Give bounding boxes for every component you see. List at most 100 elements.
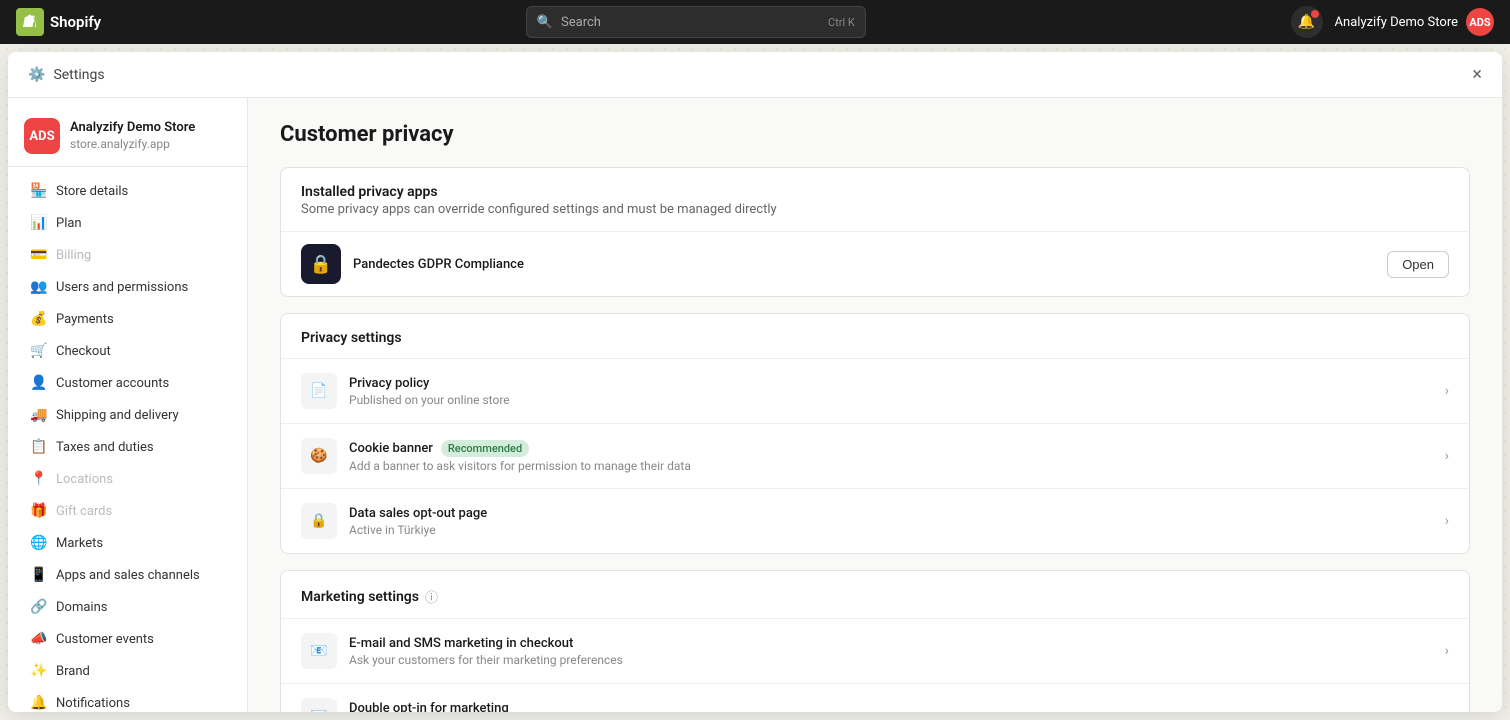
sidebar-label-billing: Billing [56, 248, 91, 263]
privacy-policy-left: 📄 Privacy policy Published on your onlin… [301, 373, 510, 409]
privacy-policy-info: Privacy policy Published on your online … [349, 376, 510, 407]
settings-title: Settings [53, 67, 104, 83]
app-open-button[interactable]: Open [1387, 251, 1449, 278]
sidebar-label-locations: Locations [56, 472, 113, 487]
store-profile-url: store.analyzify.app [70, 137, 195, 153]
search-icon: 🔍 [537, 15, 553, 30]
sidebar-label-payments: Payments [56, 312, 114, 327]
sidebar-label-notifications: Notifications [56, 696, 130, 711]
brand-name: Shopify [50, 13, 101, 31]
settings-header: ⚙️ Settings × [8, 52, 1502, 98]
search-shortcut: Ctrl K [828, 16, 855, 29]
cookie-banner-subtitle: Add a banner to ask visitors for permiss… [349, 459, 691, 473]
store-profile-name: Analyzify Demo Store [70, 120, 195, 137]
sidebar-item-markets[interactable]: 🌐 Markets [14, 527, 241, 559]
store-info[interactable]: Analyzify Demo Store ADS [1335, 8, 1494, 36]
marketing-settings-card: Marketing settings ⓘ 📧 E-mail and SMS ma… [280, 570, 1470, 712]
privacy-policy-row[interactable]: 📄 Privacy policy Published on your onlin… [281, 358, 1469, 423]
data-sales-optout-info: Data sales opt-out page Active in Türkiy… [349, 506, 487, 537]
sidebar-icon-locations: 📍 [30, 470, 48, 488]
main-content: Customer privacy Installed privacy apps … [248, 98, 1502, 712]
sidebar-label-taxes-duties: Taxes and duties [56, 440, 154, 455]
sidebar-icon-users-permissions: 👥 [30, 278, 48, 296]
sidebar-label-markets: Markets [56, 536, 103, 551]
installed-apps-subtitle: Some privacy apps can override configure… [281, 202, 1469, 231]
sidebar-item-brand[interactable]: ✨ Brand [14, 655, 241, 687]
topnav-right: 🔔 Analyzify Demo Store ADS [1291, 6, 1494, 38]
search-placeholder: Search [561, 15, 601, 30]
notification-dot [1311, 10, 1319, 18]
double-optin-icon: ✉️ [301, 698, 337, 712]
store-profile[interactable]: ADS Analyzify Demo Store store.analyzify… [8, 110, 247, 167]
sidebar-icon-taxes-duties: 📋 [30, 438, 48, 456]
sidebar-icon-payments: 💰 [30, 310, 48, 328]
settings-close-button[interactable]: × [1472, 64, 1482, 85]
sidebar-icon-domains: 🔗 [30, 598, 48, 616]
installed-apps-card: Installed privacy apps Some privacy apps… [280, 167, 1470, 297]
settings-window: ⚙️ Settings × ADS Analyzify Demo Store s… [8, 52, 1502, 712]
sidebar-icon-markets: 🌐 [30, 534, 48, 552]
double-optin-chevron: › [1445, 708, 1449, 712]
sidebar-items-list: 🏪 Store details 📊 Plan 💳 Billing 👥 Users… [8, 175, 247, 712]
sidebar-icon-customer-events: 📣 [30, 630, 48, 648]
settings-header-left: ⚙️ Settings [28, 67, 105, 83]
sidebar-icon-shipping-delivery: 🚚 [30, 406, 48, 424]
data-sales-optout-subtitle: Active in Türkiye [349, 523, 487, 537]
double-optin-info: Double opt-in for marketing Ask your cus… [349, 701, 622, 713]
sidebar-label-domains: Domains [56, 600, 107, 615]
sidebar-icon-checkout: 🛒 [30, 342, 48, 360]
store-name-label: Analyzify Demo Store [1335, 15, 1458, 30]
privacy-policy-subtitle: Published on your online store [349, 393, 510, 407]
sidebar-item-shipping-delivery[interactable]: 🚚 Shipping and delivery [14, 399, 241, 431]
data-sales-optout-title: Data sales opt-out page [349, 506, 487, 521]
sidebar-item-locations: 📍 Locations [14, 463, 241, 495]
double-optin-row[interactable]: ✉️ Double opt-in for marketing Ask your … [281, 683, 1469, 712]
recommended-badge: Recommended [441, 440, 529, 457]
privacy-policy-chevron: › [1445, 383, 1449, 399]
sidebar-item-checkout[interactable]: 🛒 Checkout [14, 335, 241, 367]
sidebar-item-customer-accounts[interactable]: 👤 Customer accounts [14, 367, 241, 399]
sidebar-item-payments[interactable]: 💰 Payments [14, 303, 241, 335]
shopify-logo[interactable]: Shopify [16, 8, 101, 36]
sidebar-icon-plan: 📊 [30, 214, 48, 232]
search-bar[interactable]: 🔍 Search Ctrl K [526, 6, 866, 38]
sidebar-label-customer-accounts: Customer accounts [56, 376, 169, 391]
sidebar-label-brand: Brand [56, 664, 90, 679]
data-sales-optout-row[interactable]: 🔒 Data sales opt-out page Active in Türk… [281, 488, 1469, 553]
notification-bell[interactable]: 🔔 [1291, 6, 1323, 38]
privacy-policy-title: Privacy policy [349, 376, 510, 391]
sidebar-item-apps-sales-channels[interactable]: 📱 Apps and sales channels [14, 559, 241, 591]
marketing-settings-title: Marketing settings [301, 589, 419, 605]
sidebar-item-notifications[interactable]: 🔔 Notifications [14, 687, 241, 712]
cookie-banner-row[interactable]: 🍪 Cookie banner Recommended Add a banner… [281, 423, 1469, 488]
sidebar-icon-notifications: 🔔 [30, 694, 48, 712]
data-sales-optout-icon: 🔒 [301, 503, 337, 539]
sidebar-item-store-details[interactable]: 🏪 Store details [14, 175, 241, 207]
email-sms-icon: 📧 [301, 633, 337, 669]
cookie-banner-icon: 🍪 [301, 438, 337, 474]
top-navigation: Shopify 🔍 Search Ctrl K 🔔 Analyzify Demo… [0, 0, 1510, 44]
email-sms-marketing-row[interactable]: 📧 E-mail and SMS marketing in checkout A… [281, 618, 1469, 683]
sidebar-label-checkout: Checkout [56, 344, 111, 359]
sidebar-item-plan[interactable]: 📊 Plan [14, 207, 241, 239]
privacy-settings-title: Privacy settings [281, 314, 1469, 358]
marketing-info-icon[interactable]: ⓘ [425, 587, 438, 606]
sidebar-item-taxes-duties[interactable]: 📋 Taxes and duties [14, 431, 241, 463]
cookie-banner-chevron: › [1445, 448, 1449, 464]
sidebar-item-users-permissions[interactable]: 👥 Users and permissions [14, 271, 241, 303]
sidebar-item-customer-events[interactable]: 📣 Customer events [14, 623, 241, 655]
sidebar-icon-gift-cards: 🎁 [30, 502, 48, 520]
sidebar-icon-brand: ✨ [30, 662, 48, 680]
topnav-left: Shopify [16, 8, 101, 36]
cookie-banner-title: Cookie banner Recommended [349, 440, 691, 457]
sidebar-label-customer-events: Customer events [56, 632, 154, 647]
sidebar-label-store-details: Store details [56, 184, 128, 199]
email-sms-subtitle: Ask your customers for their marketing p… [349, 653, 623, 667]
data-sales-optout-left: 🔒 Data sales opt-out page Active in Türk… [301, 503, 487, 539]
sidebar-item-domains[interactable]: 🔗 Domains [14, 591, 241, 623]
app-row-left: 🔒 Pandectes GDPR Compliance [301, 244, 524, 284]
settings-sidebar: ADS Analyzify Demo Store store.analyzify… [8, 98, 248, 712]
app-name: Pandectes GDPR Compliance [353, 257, 524, 272]
double-optin-title: Double opt-in for marketing [349, 701, 622, 713]
sidebar-item-gift-cards: 🎁 Gift cards [14, 495, 241, 527]
